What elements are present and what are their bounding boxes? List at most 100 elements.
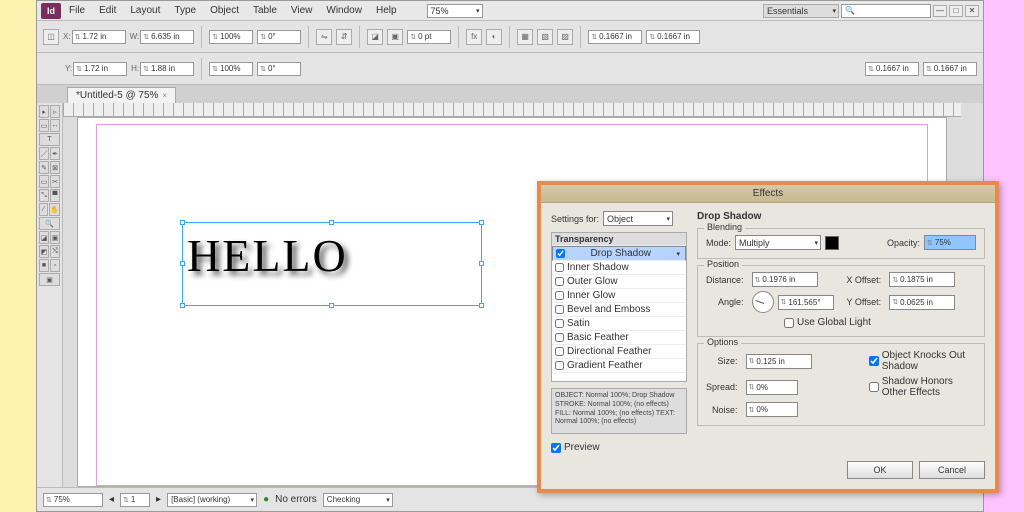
y-field[interactable]: 1.72 in	[73, 62, 127, 76]
honors-checkbox[interactable]: Shadow Honors Other Effects	[869, 376, 976, 398]
x-field[interactable]: 1.72 in	[72, 30, 126, 44]
rotate-field[interactable]: 0°	[257, 30, 301, 44]
gap-tool[interactable]: ↔	[50, 119, 60, 132]
angle-field[interactable]: 161.565°	[778, 295, 834, 310]
xoffset-field[interactable]: 0.1875 in	[889, 272, 955, 287]
handle-icon[interactable]	[479, 220, 484, 225]
fx-gradient-feather[interactable]: Gradient Feather	[552, 359, 686, 373]
fx-inner-glow[interactable]: Inner Glow	[552, 289, 686, 303]
knockout-checkbox[interactable]: Object Knocks Out Shadow	[869, 350, 976, 372]
cancel-button[interactable]: Cancel	[919, 461, 985, 479]
scale-x-field[interactable]: 100%	[209, 30, 253, 44]
fill-swatch-icon[interactable]: ◪	[367, 29, 383, 45]
direct-select-tool[interactable]: ▹	[50, 105, 60, 118]
handle-icon[interactable]	[180, 303, 185, 308]
ok-button[interactable]: OK	[847, 461, 913, 479]
handle-icon[interactable]	[180, 261, 185, 266]
fx-inner-shadow[interactable]: Inner Shadow	[552, 261, 686, 275]
fx-basic-feather[interactable]: Basic Feather	[552, 331, 686, 345]
page-tool[interactable]: ▭	[39, 119, 49, 132]
inset-2-field[interactable]: 0.1667 in	[646, 30, 700, 44]
text-frame[interactable]: HELLO	[182, 222, 482, 306]
fx-directional-feather[interactable]: Directional Feather	[552, 345, 686, 359]
default-colors-icon[interactable]: ◩	[39, 245, 49, 258]
handle-icon[interactable]	[479, 303, 484, 308]
menu-edit[interactable]: Edit	[93, 3, 122, 18]
free-transform-tool[interactable]: ⤡	[39, 189, 49, 202]
workspace-switcher[interactable]: Essentials	[763, 4, 839, 18]
settings-for-select[interactable]: Object	[603, 211, 673, 226]
window-close-icon[interactable]: ✕	[965, 5, 979, 17]
eyedropper-tool[interactable]: ⁄	[39, 203, 48, 216]
angle-wheel[interactable]	[752, 291, 774, 313]
scissors-tool[interactable]: ✂	[50, 175, 60, 188]
apply-none-icon[interactable]: ▫	[50, 259, 60, 272]
preflight-combo[interactable]: [Basic] (working)	[167, 493, 257, 507]
inset-1-field[interactable]: 0.1667 in	[588, 30, 642, 44]
noise-field[interactable]: 0%	[746, 402, 798, 417]
size-field[interactable]: 0.125 in	[746, 354, 812, 369]
w-field[interactable]: 6.635 in	[140, 30, 194, 44]
type-tool[interactable]: T	[39, 133, 60, 146]
menu-type[interactable]: Type	[168, 3, 202, 18]
pencil-tool[interactable]: ✎	[39, 161, 49, 174]
handle-icon[interactable]	[329, 303, 334, 308]
fx-bevel[interactable]: Bevel and Emboss	[552, 303, 686, 317]
fx-icon[interactable]: fx	[466, 29, 482, 45]
opacity-field[interactable]: 75%	[924, 235, 976, 250]
distance-field[interactable]: 0.1976 in	[752, 272, 818, 287]
text-wrap-2-icon[interactable]: ▧	[537, 29, 553, 45]
preview-checkbox[interactable]: Preview	[551, 442, 985, 453]
view-mode-icon[interactable]: ▣	[39, 273, 60, 286]
opacity-icon[interactable]: ◐	[486, 29, 502, 45]
hand-tool[interactable]: ✋	[49, 203, 60, 216]
h-field[interactable]: 1.88 in	[140, 62, 194, 76]
page-nav-next-icon[interactable]: ▸	[156, 494, 161, 505]
page-number-field[interactable]: 1	[120, 493, 150, 507]
gradient-tool[interactable]: ▀	[50, 189, 60, 202]
stroke-weight-field[interactable]: 0 pt	[407, 30, 451, 44]
scale-y-field[interactable]: 100%	[209, 62, 253, 76]
blend-mode-select[interactable]: Multiply	[735, 235, 821, 250]
page-nav-prev-icon[interactable]: ◂	[109, 494, 114, 505]
global-light-checkbox[interactable]: Use Global Light	[784, 317, 976, 328]
shear-field[interactable]: 0°	[257, 62, 301, 76]
inset-3-field[interactable]: 0.1667 in	[865, 62, 919, 76]
stroke-proxy[interactable]: ▣	[50, 231, 60, 244]
flip-h-icon[interactable]: ⇋	[316, 29, 332, 45]
menu-help[interactable]: Help	[370, 3, 403, 18]
apply-color-icon[interactable]: ■	[39, 259, 49, 272]
line-tool[interactable]: ／	[39, 147, 49, 160]
menu-layout[interactable]: Layout	[124, 3, 166, 18]
menu-table[interactable]: Table	[247, 3, 283, 18]
menu-file[interactable]: File	[63, 3, 91, 18]
swap-colors-icon[interactable]: ⤭	[50, 245, 60, 258]
rect-tool[interactable]: ▭	[39, 175, 49, 188]
menu-window[interactable]: Window	[320, 3, 368, 18]
fx-outer-glow[interactable]: Outer Glow	[552, 275, 686, 289]
flip-v-icon[interactable]: ⇵	[336, 29, 352, 45]
handle-icon[interactable]	[479, 261, 484, 266]
text-wrap-icon[interactable]: ▦	[517, 29, 533, 45]
spread-field[interactable]: 0%	[746, 380, 798, 395]
rect-frame-tool[interactable]: ⊠	[50, 161, 60, 174]
handle-icon[interactable]	[180, 220, 185, 225]
fill-proxy[interactable]: ◪	[39, 231, 49, 244]
text-wrap-3-icon[interactable]: ▨	[557, 29, 573, 45]
checking-combo[interactable]: Checking	[323, 493, 393, 507]
zoom-tool[interactable]: 🔍	[39, 217, 60, 230]
menu-view[interactable]: View	[285, 3, 319, 18]
status-zoom[interactable]: 75%	[43, 493, 103, 507]
search-input[interactable]	[841, 4, 931, 18]
fx-drop-shadow[interactable]: Drop Shadow	[552, 246, 686, 261]
selection-tool[interactable]: ▸	[39, 105, 49, 118]
ref-point-icon[interactable]: ◫	[43, 29, 59, 45]
zoom-combo[interactable]: 75%	[427, 4, 483, 18]
yoffset-field[interactable]: 0.0625 in	[889, 295, 955, 310]
window-min-icon[interactable]: —	[933, 5, 947, 17]
stroke-swatch-icon[interactable]: ▣	[387, 29, 403, 45]
pen-tool[interactable]: ✒	[50, 147, 60, 160]
fx-satin[interactable]: Satin	[552, 317, 686, 331]
handle-icon[interactable]	[329, 220, 334, 225]
doc-tab[interactable]: *Untitled-5 @ 75% ×	[67, 87, 176, 103]
